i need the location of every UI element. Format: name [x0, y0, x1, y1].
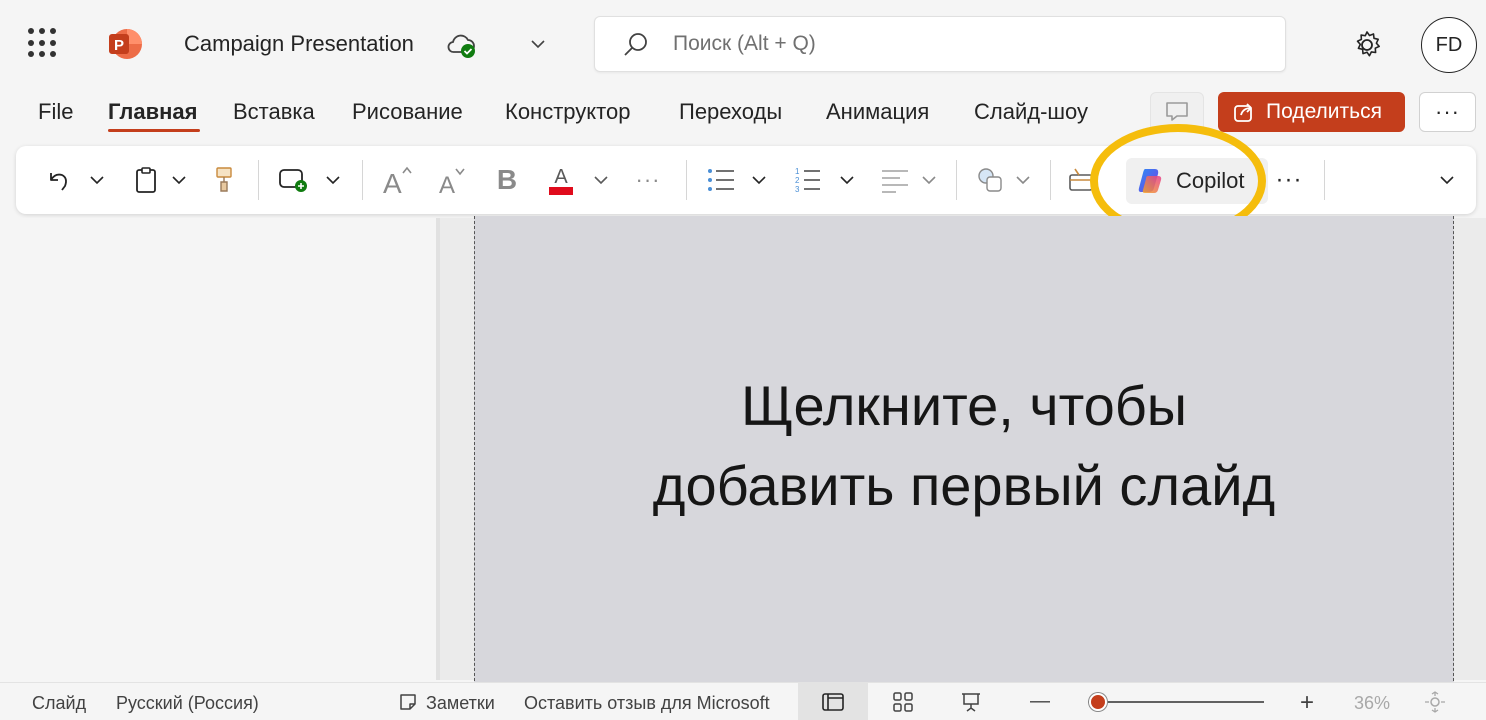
bullets-dropdown-chevron-icon[interactable] — [748, 146, 770, 214]
svg-text:2: 2 — [795, 176, 800, 185]
zoom-slider-track[interactable] — [1088, 701, 1264, 703]
svg-text:A: A — [383, 168, 402, 197]
font-more-options-icon[interactable]: ··· — [630, 146, 666, 214]
status-bar: Слайд Русский (Россия) Заметки Оставить … — [0, 682, 1486, 720]
normal-view-button[interactable] — [798, 683, 868, 720]
powerpoint-logo-icon: P — [107, 26, 143, 62]
zoom-level[interactable]: 36% — [1354, 693, 1390, 714]
share-label: Поделиться — [1266, 100, 1382, 123]
numbering-dropdown-chevron-icon[interactable] — [836, 146, 858, 214]
align-text-icon[interactable] — [878, 146, 912, 214]
svg-text:A: A — [439, 172, 455, 197]
settings-gear-icon[interactable] — [1349, 27, 1385, 63]
bold-icon[interactable]: B — [494, 146, 520, 214]
share-button[interactable]: Поделиться — [1218, 92, 1405, 132]
zoom-slider-thumb[interactable] — [1089, 693, 1107, 711]
search-placeholder: Поиск (Alt + Q) — [673, 32, 816, 55]
tab-home[interactable]: Главная — [108, 99, 197, 125]
presenter-view-icon[interactable] — [960, 691, 982, 718]
shapes-icon[interactable] — [974, 146, 1006, 214]
fit-to-window-icon[interactable] — [1424, 691, 1446, 718]
language-indicator[interactable]: Русский (Россия) — [116, 693, 259, 714]
expand-ribbon-chevron-icon[interactable] — [1436, 146, 1458, 214]
placeholder-line-1: Щелкните, чтобы — [740, 374, 1188, 437]
slide-indicator: Слайд — [32, 693, 87, 713]
active-tab-indicator — [108, 129, 200, 132]
slide-thumbnails-pane[interactable] — [0, 218, 436, 680]
align-dropdown-chevron-icon[interactable] — [918, 146, 940, 214]
tab-slideshow[interactable]: Слайд-шоу — [974, 99, 1088, 125]
new-slide-icon[interactable] — [276, 146, 310, 214]
tab-draw[interactable]: Рисование — [352, 99, 463, 125]
normal-view-icon — [822, 693, 844, 711]
share-icon — [1234, 103, 1252, 122]
paste-dropdown-chevron-icon[interactable] — [168, 146, 190, 214]
svg-text:3: 3 — [795, 185, 800, 194]
decrease-font-size-icon[interactable]: A — [436, 146, 470, 214]
ribbon-separator — [1050, 160, 1051, 200]
tab-animations[interactable]: Анимация — [826, 99, 929, 125]
format-painter-icon[interactable] — [210, 146, 238, 214]
svg-text:P: P — [114, 37, 124, 54]
numbered-list-icon[interactable]: 1 2 3 — [790, 146, 824, 214]
font-color-dropdown-chevron-icon[interactable] — [590, 146, 612, 214]
document-title[interactable]: Campaign Presentation — [184, 31, 414, 57]
zoom-in-button[interactable]: + — [1300, 689, 1314, 717]
tab-transitions[interactable]: Переходы — [679, 99, 782, 125]
ribbon-separator — [956, 160, 957, 200]
comment-icon — [1166, 102, 1188, 121]
bullets-list-icon[interactable] — [704, 146, 738, 214]
slide-sorter-icon[interactable] — [892, 691, 914, 718]
new-slide-dropdown-chevron-icon[interactable] — [322, 146, 344, 214]
ribbon-separator — [258, 160, 259, 200]
tab-design[interactable]: Конструктор — [505, 99, 630, 125]
feedback-link[interactable]: Оставить отзыв для Microsoft — [524, 693, 770, 714]
search-icon — [621, 30, 651, 60]
placeholder-line-2: добавить первый слайд — [652, 454, 1276, 517]
ribbon-more-options-icon[interactable]: ··· — [1272, 146, 1306, 214]
zoom-out-button[interactable]: — — [1030, 690, 1050, 713]
shapes-dropdown-chevron-icon[interactable] — [1012, 146, 1034, 214]
tab-file[interactable]: File — [38, 99, 73, 125]
chevron-down-icon[interactable] — [528, 34, 548, 54]
notes-icon[interactable] — [398, 692, 418, 717]
tab-insert[interactable]: Вставка — [233, 99, 315, 125]
notes-button[interactable]: Заметки — [426, 693, 495, 714]
search-box[interactable]: Поиск (Alt + Q) — [594, 16, 1286, 72]
cloud-saved-icon[interactable] — [446, 30, 478, 60]
paste-clipboard-icon[interactable] — [130, 146, 162, 214]
undo-dropdown-chevron-icon[interactable] — [86, 146, 108, 214]
ribbon-separator — [1324, 160, 1325, 200]
svg-text:1: 1 — [795, 167, 800, 176]
increase-font-size-icon[interactable]: A — [380, 146, 416, 214]
svg-text:A: A — [554, 166, 568, 188]
ribbon-separator — [362, 160, 363, 200]
slide-placeholder-text[interactable]: Щелкните, чтобы добавить первый слайд — [474, 366, 1454, 526]
app-launcher-icon[interactable] — [28, 28, 58, 58]
undo-icon[interactable] — [42, 146, 74, 214]
more-options-button[interactable]: ··· — [1419, 92, 1476, 132]
ribbon-separator — [686, 160, 687, 200]
font-color-icon[interactable]: A — [546, 146, 576, 214]
user-avatar[interactable]: FD — [1421, 17, 1477, 73]
